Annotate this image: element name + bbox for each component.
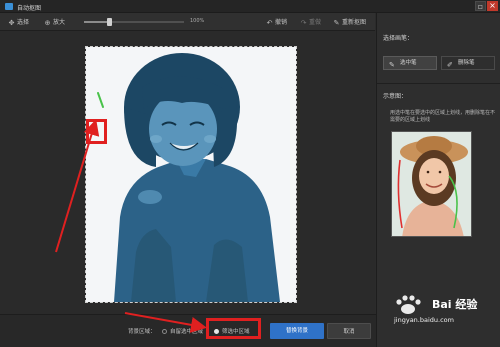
title-bar: 自动抠图 ▫ × xyxy=(0,0,500,13)
example-illustration xyxy=(392,132,471,236)
selected-pen-label: 选中笔 xyxy=(400,60,417,66)
zoom-in-icon: ⊕ xyxy=(44,19,51,27)
maximize-button[interactable]: ▫ xyxy=(475,1,486,11)
pen-section-title: 选择画笔： xyxy=(383,35,414,42)
instructions-text: 用选中笔在要选中的区域上划线，用删除笔在不需要的区域上划线 xyxy=(390,110,496,123)
cancel-button[interactable]: 取消 xyxy=(327,323,371,339)
photo-canvas[interactable] xyxy=(85,46,297,303)
watermark-url: jingyan.baidu.com xyxy=(394,316,454,324)
zoom-slider-handle[interactable] xyxy=(107,18,112,26)
redraw-label: 重新抠图 xyxy=(342,19,367,26)
radio-selected-area-label: 自留选中区域 xyxy=(170,329,204,335)
replace-background-button[interactable]: 替换背景 xyxy=(270,323,324,339)
window-title: 自动抠图 xyxy=(17,5,42,12)
paw-icon xyxy=(396,295,421,314)
undo-button[interactable]: ↶ 撤销 xyxy=(266,17,287,27)
redraw-icon: ✎ xyxy=(333,19,340,27)
app-icon xyxy=(5,3,13,10)
redraw-button[interactable]: ✎ 重新抠图 xyxy=(333,17,366,27)
delete-pen-label: 删除笔 xyxy=(458,60,475,66)
eraser-icon: ✐ xyxy=(447,61,453,69)
radio-indicator xyxy=(162,329,167,334)
highlight-radio-box xyxy=(206,318,261,339)
radio-selected-area[interactable]: 自留选中区域 xyxy=(162,327,203,335)
example-section-title: 示意图： xyxy=(383,93,408,100)
panel-divider xyxy=(377,83,500,84)
zoom-slider-fill xyxy=(84,21,109,23)
watermark-brand: Bai 经验 xyxy=(432,298,478,311)
zoom-level: 100% xyxy=(190,18,205,24)
select-tool-label: 选择 xyxy=(17,19,30,26)
girl-photo xyxy=(86,47,296,302)
close-button[interactable]: × xyxy=(487,1,498,11)
bottom-bar: 背景区域： 自留选中区域 筛选中区域 替换背景 取消 xyxy=(0,314,376,347)
highlight-stroke-box xyxy=(86,119,107,144)
background-area-label: 背景区域： xyxy=(128,329,156,335)
undo-label: 撤销 xyxy=(275,19,288,26)
zoom-in-label: 放大 xyxy=(53,19,66,26)
zoom-slider[interactable] xyxy=(84,18,184,26)
example-image xyxy=(391,131,472,237)
redo-button[interactable]: ↷ 重做 xyxy=(300,17,321,27)
undo-icon: ↶ xyxy=(266,19,273,27)
toolbar: ✥ 选择 ⊕ 放大 100% ↶ 撤销 ↷ 重做 ✎ 重新抠图 xyxy=(0,13,375,31)
select-tool-button[interactable]: ✥ 选择 xyxy=(8,17,29,27)
redo-icon: ↷ xyxy=(300,19,307,27)
watermark: Bai 经验 jingyan.baidu.com xyxy=(384,292,498,332)
canvas-area[interactable] xyxy=(0,31,375,314)
move-icon: ✥ xyxy=(8,19,15,27)
zoom-in-button[interactable]: ⊕ 放大 xyxy=(44,17,65,27)
selected-pen-button[interactable]: ✎ 选中笔 xyxy=(383,56,437,70)
redo-label: 重做 xyxy=(309,19,322,26)
delete-pen-button[interactable]: ✐ 删除笔 xyxy=(441,56,495,70)
pen-icon: ✎ xyxy=(389,61,395,69)
